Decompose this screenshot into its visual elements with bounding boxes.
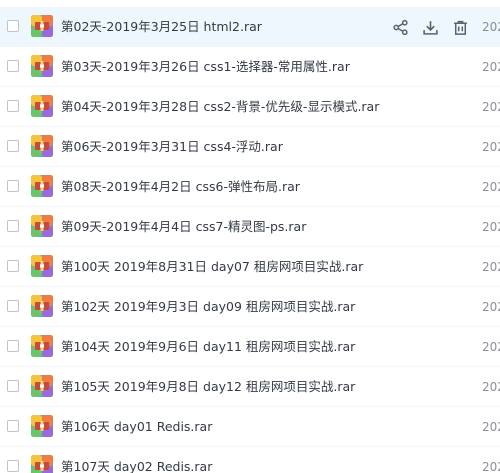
file-row[interactable]: 第08天-2019年4月2日 css6-弹性布局.rar 202 xyxy=(0,167,500,207)
row-checkbox[interactable] xyxy=(7,300,19,312)
rar-archive-icon xyxy=(31,415,53,437)
rar-archive-icon xyxy=(31,175,53,197)
file-list: 第02天-2019年3月25日 html2.rar 202 第03天-2019年3… xyxy=(0,7,500,473)
file-row[interactable]: 第104天 2019年9月6日 day11 租房网项目实战.rar 202 xyxy=(0,327,500,367)
file-name[interactable]: 第104天 2019年9月6日 day11 租房网项目实战.rar xyxy=(61,327,355,367)
row-checkbox[interactable] xyxy=(7,140,19,152)
row-checkbox[interactable] xyxy=(7,180,19,192)
share-icon[interactable] xyxy=(390,17,410,37)
row-checkbox[interactable] xyxy=(7,60,19,72)
row-actions xyxy=(390,17,470,37)
file-name[interactable]: 第02天-2019年3月25日 html2.rar xyxy=(61,7,262,47)
file-row[interactable]: 第06天-2019年3月31日 css4-浮动.rar 202 xyxy=(0,127,500,167)
modified-date: 202 xyxy=(482,300,500,314)
file-name[interactable]: 第102天 2019年9月3日 day09 租房网项目实战.rar xyxy=(61,287,355,327)
file-row[interactable]: 第106天 day01 Redis.rar 202 xyxy=(0,407,500,447)
rar-archive-icon xyxy=(31,295,53,317)
file-row[interactable]: 第105天 2019年9月8日 day12 租房网项目实战.rar 202 xyxy=(0,367,500,407)
modified-date: 202 xyxy=(482,260,500,274)
row-checkbox[interactable] xyxy=(7,340,19,352)
rar-archive-icon xyxy=(31,135,53,157)
modified-date: 202 xyxy=(482,180,500,194)
modified-date: 202 xyxy=(482,380,500,394)
modified-date: 202 xyxy=(482,340,500,354)
file-row[interactable]: 第03天-2019年3月26日 css1-选择器-常用属性.rar 202 xyxy=(0,47,500,87)
file-row[interactable]: 第107天 day02 Redis.rar 202 xyxy=(0,447,500,473)
row-checkbox[interactable] xyxy=(7,420,19,432)
row-checkbox[interactable] xyxy=(7,460,19,472)
row-checkbox[interactable] xyxy=(7,260,19,272)
rar-archive-icon xyxy=(31,335,53,357)
file-name[interactable]: 第04天-2019年3月28日 css2-背景-优先级-显示模式.rar xyxy=(61,87,379,127)
rar-archive-icon xyxy=(31,375,53,397)
row-checkbox[interactable] xyxy=(7,380,19,392)
file-row[interactable]: 第102天 2019年9月3日 day09 租房网项目实战.rar 202 xyxy=(0,287,500,327)
row-checkbox[interactable] xyxy=(7,20,19,32)
download-icon[interactable] xyxy=(420,17,440,37)
modified-date: 202 xyxy=(482,140,500,154)
rar-archive-icon xyxy=(31,95,53,117)
file-name[interactable]: 第107天 day02 Redis.rar xyxy=(61,447,212,473)
file-row[interactable]: 第02天-2019年3月25日 html2.rar 202 xyxy=(0,7,500,47)
rar-archive-icon xyxy=(31,15,53,37)
delete-icon[interactable] xyxy=(450,17,470,37)
rar-archive-icon xyxy=(31,215,53,237)
file-name[interactable]: 第100天 2019年8月31日 day07 租房网项目实战.rar xyxy=(61,247,363,287)
rar-archive-icon xyxy=(31,55,53,77)
modified-date: 202 xyxy=(482,460,500,473)
file-name[interactable]: 第06天-2019年3月31日 css4-浮动.rar xyxy=(61,127,283,167)
row-checkbox[interactable] xyxy=(7,220,19,232)
rar-archive-icon xyxy=(31,255,53,277)
file-row[interactable]: 第09天-2019年4月4日 css7-精灵图-ps.rar 202 xyxy=(0,207,500,247)
file-name[interactable]: 第09天-2019年4月4日 css7-精灵图-ps.rar xyxy=(61,207,306,247)
file-name[interactable]: 第105天 2019年9月8日 day12 租房网项目实战.rar xyxy=(61,367,355,407)
row-checkbox[interactable] xyxy=(7,100,19,112)
modified-date: 202 xyxy=(482,100,500,114)
file-row[interactable]: 第100天 2019年8月31日 day07 租房网项目实战.rar 202 xyxy=(0,247,500,287)
modified-date: 202 xyxy=(482,20,500,34)
rar-archive-icon xyxy=(31,455,53,473)
modified-date: 202 xyxy=(482,420,500,434)
file-name[interactable]: 第03天-2019年3月26日 css1-选择器-常用属性.rar xyxy=(61,47,350,87)
file-name[interactable]: 第08天-2019年4月2日 css6-弹性布局.rar xyxy=(61,167,300,207)
modified-date: 202 xyxy=(482,60,500,74)
modified-date: 202 xyxy=(482,220,500,234)
file-row[interactable]: 第04天-2019年3月28日 css2-背景-优先级-显示模式.rar 202 xyxy=(0,87,500,127)
file-name[interactable]: 第106天 day01 Redis.rar xyxy=(61,407,212,447)
